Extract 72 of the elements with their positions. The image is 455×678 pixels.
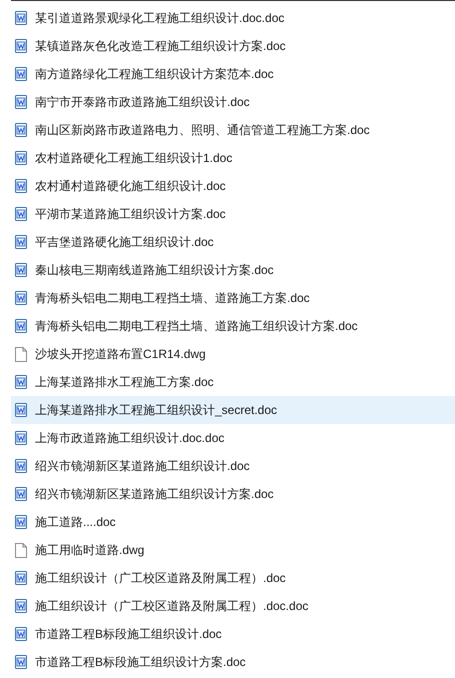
file-name: 南山区新岗路市政道路电力、照明、通信管道工程施工方案.doc [35,122,370,139]
file-name: 施工组织设计（广工校区道路及附属工程）.doc.doc [35,598,308,615]
document-icon [15,571,27,585]
file-name: 绍兴市镜湖新区某道路施工组织设计方案.doc [35,486,274,503]
file-name: 平吉堡道路硬化施工组织设计.doc [35,234,214,251]
document-icon [15,403,27,417]
file-item[interactable]: 平吉堡道路硬化施工组织设计.doc [11,228,455,256]
file-item[interactable]: 农村通村道路硬化施工组织设计.doc [11,172,455,200]
document-icon [15,207,27,221]
document-icon [15,487,27,501]
document-icon [15,123,27,137]
document-icon [15,235,27,249]
file-item[interactable]: 平湖市某道路施工组织设计方案.doc [11,200,455,228]
document-icon [15,431,27,445]
file-icon [15,542,27,558]
document-icon [15,515,27,529]
file-item[interactable]: 青海桥头铝电二期电工程挡土墙、道路施工方案.doc [11,284,455,312]
file-name: 某引道道路景观绿化工程施工组织设计.doc.doc [35,10,284,27]
document-icon [15,627,27,641]
file-name: 南方道路绿化工程施工组织设计方案范本.doc [35,66,274,83]
document-icon [15,319,27,333]
file-item[interactable]: 施工道路....doc [11,508,455,536]
file-name: 市道路工程B标段施工组织设计.doc [35,626,222,643]
file-name: 市道路工程B标段施工组织设计方案.doc [35,654,246,671]
file-item[interactable]: 农村道路硬化工程施工组织设计1.doc [11,144,455,172]
file-name: 施工用临时道路.dwg [35,542,144,559]
document-icon [15,11,27,25]
file-item[interactable]: 施工组织设计（广工校区道路及附属工程）.doc.doc [11,592,455,620]
file-name: 农村通村道路硬化施工组织设计.doc [35,178,226,195]
file-name: 绍兴市镜湖新区某道路施工组织设计.doc [35,458,250,475]
file-item[interactable]: 青海桥头铝电二期电工程挡土墙、道路施工组织设计方案.doc [11,312,455,340]
file-item[interactable]: 南宁市开泰路市政道路施工组织设计.doc [11,88,455,116]
file-icon [15,346,27,362]
file-item[interactable]: 南方道路绿化工程施工组织设计方案范本.doc [11,60,455,88]
file-name: 农村道路硬化工程施工组织设计1.doc [35,150,232,167]
document-icon [15,375,27,389]
file-name: 沙坡头开挖道路布置C1R14.dwg [35,346,206,363]
file-name: 上海某道路排水工程施工方案.doc [35,374,214,391]
file-name: 秦山核电三期南线道路施工组织设计方案.doc [35,262,274,279]
document-icon [15,655,27,669]
document-icon [15,67,27,81]
file-name: 施工道路....doc [35,514,116,531]
document-icon [15,95,27,109]
file-name: 青海桥头铝电二期电工程挡土墙、道路施工组织设计方案.doc [35,318,358,335]
file-name: 施工组织设计（广工校区道路及附属工程）.doc [35,570,286,587]
document-icon [15,263,27,277]
file-item[interactable]: 市道路工程B标段施工组织设计方案.doc [11,648,455,676]
file-name: 南宁市开泰路市政道路施工组织设计.doc [35,94,250,111]
file-item[interactable]: 上海市政道路施工组织设计.doc.doc [11,424,455,452]
document-icon [15,39,27,53]
file-name: 上海某道路排水工程施工组织设计_secret.doc [35,402,278,419]
file-name: 某镇道路灰色化改造工程施工组织设计方案.doc [35,38,286,55]
document-icon [15,291,27,305]
file-item[interactable]: 绍兴市镜湖新区某道路施工组织设计方案.doc [11,480,455,508]
file-item[interactable]: 南山区新岗路市政道路电力、照明、通信管道工程施工方案.doc [11,116,455,144]
document-icon [15,599,27,613]
file-item[interactable]: 沙坡头开挖道路布置C1R14.dwg [11,340,455,368]
file-item[interactable]: 市道路工程B标段施工组织设计.doc [11,620,455,648]
document-icon [15,151,27,165]
file-item[interactable]: 秦山核电三期南线道路施工组织设计方案.doc [11,256,455,284]
file-item[interactable]: 某引道道路景观绿化工程施工组织设计.doc.doc [11,4,455,32]
file-item[interactable]: 施工用临时道路.dwg [11,536,455,564]
file-name: 上海市政道路施工组织设计.doc.doc [35,430,224,447]
file-item[interactable]: 绍兴市镜湖新区某道路施工组织设计.doc [11,452,455,480]
file-item[interactable]: 上海某道路排水工程施工方案.doc [11,368,455,396]
file-name: 平湖市某道路施工组织设计方案.doc [35,206,226,223]
document-icon [15,459,27,473]
file-item[interactable]: 施工组织设计（广工校区道路及附属工程）.doc [11,564,455,592]
file-item[interactable]: 某镇道路灰色化改造工程施工组织设计方案.doc [11,32,455,60]
file-name: 青海桥头铝电二期电工程挡土墙、道路施工方案.doc [35,290,310,307]
file-item[interactable]: 上海某道路排水工程施工组织设计_secret.doc [11,396,455,424]
document-icon [15,179,27,193]
